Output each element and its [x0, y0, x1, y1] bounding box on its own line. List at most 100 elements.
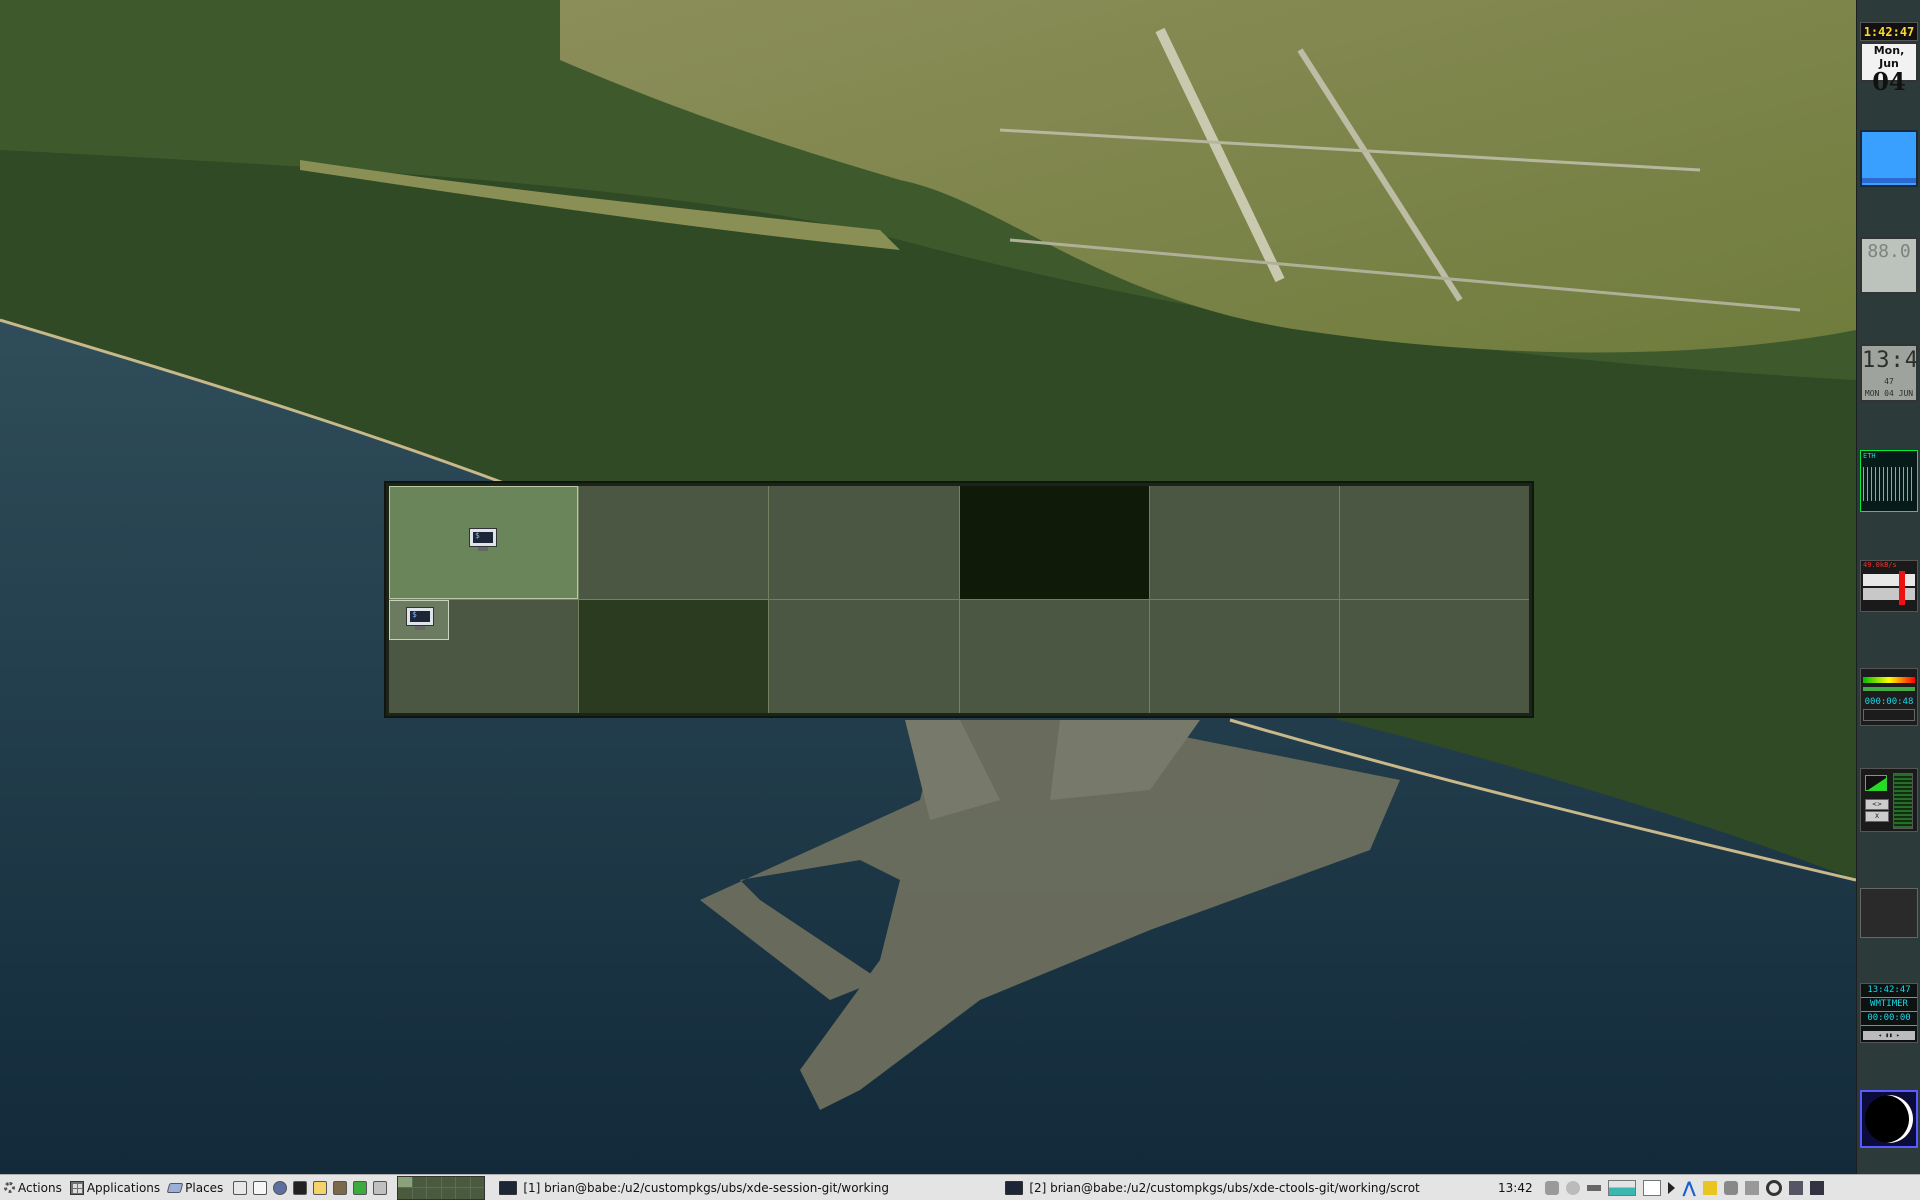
calculator-icon[interactable] — [353, 1180, 368, 1195]
load-monitor-dockapp[interactable]: 49.0kB/s — [1860, 560, 1918, 612]
network-monitor-dockapp[interactable]: ETH — [1860, 450, 1918, 512]
terminal-monitor-icon[interactable]: $ — [469, 528, 497, 552]
timer-value: 00:00:00 — [1861, 1012, 1917, 1026]
load-red-bar — [1899, 571, 1905, 605]
cpu-graph-icon[interactable] — [1608, 1179, 1637, 1196]
pager-cell[interactable] — [427, 1176, 441, 1187]
net-graph — [1863, 467, 1915, 501]
workspace-2[interactable] — [579, 486, 769, 599]
pager-cell[interactable] — [398, 1176, 412, 1187]
workspace-1[interactable]: $ — [389, 486, 579, 599]
taskbar-task-1[interactable]: [1] brian@babe:/u2/custompkgs/ubs/xde-se… — [491, 1176, 977, 1200]
pager-cell[interactable] — [412, 1188, 427, 1199]
mini-window[interactable]: $ — [389, 600, 449, 640]
timer-clock: 13:42:47 — [1861, 984, 1917, 998]
mixer-button[interactable]: <> — [1865, 799, 1889, 810]
pager-cell[interactable] — [456, 1188, 470, 1199]
timer-label: WMTIMER — [1861, 998, 1917, 1012]
task-label: [1] brian@babe:/u2/custompkgs/ubs/xde-se… — [523, 1180, 889, 1195]
mixer-button[interactable]: X — [1865, 811, 1889, 822]
workspace-5[interactable] — [1149, 486, 1339, 599]
arch-logo-icon[interactable]: ⋀ — [1682, 1179, 1695, 1195]
document-icon[interactable] — [253, 1180, 268, 1195]
dock: 1:42:47 Mon, Jun 04 88.0 13:42 47 MON 04… — [1856, 0, 1920, 1174]
volume-slider[interactable] — [1893, 773, 1913, 829]
pager-cell[interactable] — [427, 1188, 441, 1199]
notification-icon[interactable] — [1545, 1180, 1560, 1195]
battery-icon[interactable] — [1587, 1184, 1602, 1191]
taskbar-task-2[interactable]: [2] brian@babe:/u2/custompkgs/ubs/xde-ct… — [997, 1176, 1483, 1200]
taskbar-clock[interactable]: 13:42 — [1495, 1181, 1535, 1195]
lcd-time: 13:42 — [1862, 348, 1920, 373]
workspace-grid: $ $ — [389, 486, 1529, 713]
actions-menu[interactable]: Actions — [0, 1176, 66, 1200]
empty-dockapp — [1860, 888, 1918, 938]
taskbar-pager[interactable] — [397, 1175, 486, 1200]
uptime-meter-dockapp[interactable]: 000:00:48 — [1860, 668, 1918, 726]
pager-cell[interactable] — [441, 1176, 456, 1187]
pager-cell[interactable] — [412, 1176, 427, 1187]
actions-menu-label: Actions — [18, 1180, 62, 1195]
dock-calendar[interactable]: Mon, Jun 04 — [1860, 42, 1918, 94]
volume-level-icon — [1865, 775, 1887, 791]
mail-check-dockapp[interactable] — [1860, 130, 1918, 187]
files-icon[interactable] — [233, 1180, 248, 1195]
terminal-monitor-icon — [499, 1180, 518, 1195]
workspace-9[interactable] — [769, 600, 959, 713]
lcd-date: MON 04 JUN — [1864, 389, 1914, 398]
mixer-dockapp[interactable]: <> X — [1860, 768, 1918, 832]
browser-globe-icon[interactable] — [273, 1180, 288, 1195]
lcd-clock-dockapp[interactable]: 13:42 47 MON 04 JUN — [1860, 344, 1920, 402]
timer-dockapp[interactable]: 13:42:47 WMTIMER 00:00:00 ◂ ▮▮ ▸ — [1860, 983, 1918, 1043]
workspace-10[interactable] — [959, 600, 1149, 713]
pager-cell[interactable] — [441, 1188, 456, 1199]
workspace-7[interactable]: $ — [389, 600, 579, 713]
taskbar: Actions Applications Places [1] brian@ba… — [0, 1174, 1920, 1200]
meter-buttons[interactable] — [1863, 709, 1915, 721]
moon-phase-dockapp[interactable] — [1860, 1090, 1918, 1148]
power-icon[interactable] — [1566, 1180, 1581, 1195]
arrow-right-icon[interactable] — [1668, 1181, 1676, 1194]
terminal-icon[interactable] — [293, 1180, 308, 1195]
workspace-8[interactable] — [579, 600, 769, 713]
workspace-12[interactable] — [1339, 600, 1529, 713]
terminal-monitor-icon: $ — [406, 607, 434, 631]
load-bar — [1863, 588, 1915, 600]
display-icon[interactable] — [1788, 1180, 1803, 1195]
workspace-6[interactable] — [1339, 486, 1529, 599]
lcd-seconds: 47 — [1884, 377, 1894, 386]
network-icon[interactable] — [373, 1180, 388, 1195]
places-menu-label: Places — [185, 1180, 224, 1195]
load-header: 49.0kB/s — [1863, 561, 1897, 569]
places-menu[interactable]: Places — [164, 1176, 227, 1200]
pager-cell[interactable] — [470, 1176, 485, 1187]
pager-cell[interactable] — [470, 1188, 485, 1199]
system-monitor-icon[interactable] — [333, 1180, 348, 1195]
pager-cell[interactable] — [398, 1188, 412, 1199]
workspace-pager-popup: $ $ — [384, 481, 1534, 718]
meter-bar — [1863, 687, 1915, 691]
net-label: ETH — [1863, 452, 1876, 460]
volume-icon[interactable] — [1723, 1180, 1738, 1195]
dock-clock[interactable]: 1:42:47 — [1860, 22, 1918, 41]
brightness-icon[interactable] — [1765, 1179, 1782, 1196]
applications-menu[interactable]: Applications — [66, 1176, 164, 1200]
workspace-11[interactable] — [1149, 600, 1339, 713]
meter-gradient — [1863, 677, 1915, 683]
temperature-dockapp[interactable]: 88.0 — [1860, 237, 1918, 294]
network-status-icon[interactable] — [1744, 1180, 1759, 1195]
quick-launchers — [227, 1180, 393, 1195]
keyring-icon[interactable] — [1702, 1180, 1717, 1195]
chat-icon[interactable] — [1809, 1180, 1824, 1195]
task-label: [2] brian@babe:/u2/custompkgs/ubs/xde-ct… — [1029, 1180, 1420, 1195]
workspace-3[interactable] — [769, 486, 959, 599]
timer-controls[interactable]: ◂ ▮▮ ▸ — [1863, 1031, 1915, 1040]
places-icon — [166, 1182, 184, 1193]
workspace-4[interactable] — [959, 486, 1149, 599]
text-editor-icon[interactable] — [313, 1180, 328, 1195]
pager-cell[interactable] — [456, 1176, 470, 1187]
load-bar — [1863, 574, 1915, 586]
applications-menu-label: Applications — [86, 1180, 161, 1195]
memory-graph-icon[interactable] — [1643, 1179, 1662, 1196]
meter-time: 000:00:48 — [1864, 697, 1914, 707]
